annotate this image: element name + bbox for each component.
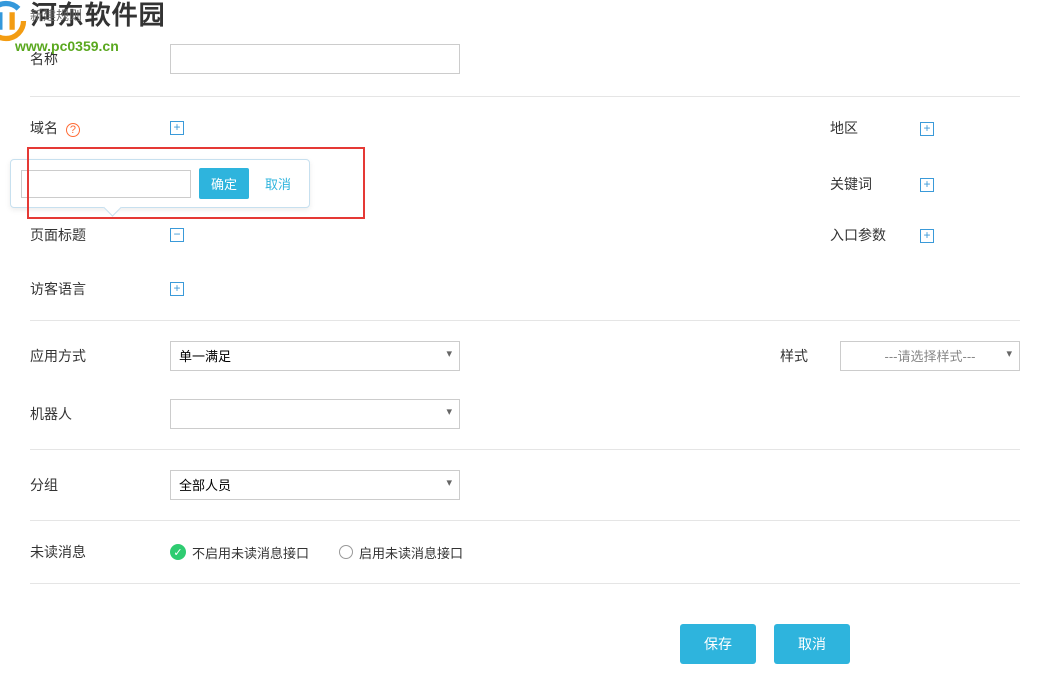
- divider: [30, 96, 1020, 97]
- search-popover: 确定 取消: [10, 159, 310, 208]
- popover-confirm-button[interactable]: 确定: [199, 168, 249, 199]
- robot-select[interactable]: [170, 399, 460, 429]
- robot-label: 机器人: [30, 404, 170, 424]
- save-button[interactable]: 保存: [680, 624, 756, 664]
- visitorlang-add-button[interactable]: +: [170, 282, 184, 296]
- entryparams-add-button[interactable]: +: [920, 229, 934, 243]
- group-label: 分组: [30, 475, 170, 495]
- applymode-label: 应用方式: [30, 346, 170, 366]
- unread-enable-label: 启用未读消息接口: [359, 543, 463, 562]
- check-icon: ✓: [170, 544, 186, 560]
- watermark-url: www.pc0359.cn: [15, 38, 166, 54]
- radio-icon: [339, 545, 353, 559]
- divider: [30, 583, 1020, 584]
- pagetitle-label: 页面标题: [30, 225, 170, 245]
- style-select[interactable]: ---请选择样式---: [840, 341, 1020, 371]
- visitorlang-label: 访客语言: [30, 279, 170, 299]
- divider: [30, 520, 1020, 521]
- watermark-logo-icon: [0, 0, 27, 42]
- unread-disable-label: 不启用未读消息接口: [192, 543, 309, 562]
- entryparams-label: 入口参数: [830, 225, 920, 245]
- divider: [30, 320, 1020, 321]
- keyword-label: 关键词: [830, 174, 920, 194]
- divider: [30, 449, 1020, 450]
- domain-label-text: 域名: [30, 120, 58, 136]
- region-label: 地区: [830, 118, 920, 138]
- help-icon[interactable]: ?: [66, 123, 80, 137]
- applymode-select[interactable]: 单一满足: [170, 341, 460, 371]
- unread-disable-radio[interactable]: ✓ 不启用未读消息接口: [170, 543, 309, 562]
- domain-label: 域名 ?: [30, 118, 170, 138]
- cancel-button[interactable]: 取消: [774, 624, 850, 664]
- search-popover-input[interactable]: [21, 170, 191, 198]
- style-label: 样式: [780, 346, 840, 366]
- page-title: 新建规则: [30, 5, 1020, 24]
- popover-cancel-button[interactable]: 取消: [257, 168, 299, 199]
- region-add-button[interactable]: +: [920, 122, 934, 136]
- pagetitle-collapse-button[interactable]: −: [170, 228, 184, 242]
- unread-label: 未读消息: [30, 542, 170, 562]
- name-input[interactable]: [170, 44, 460, 74]
- domain-add-button[interactable]: +: [170, 121, 184, 135]
- group-select[interactable]: 全部人员: [170, 470, 460, 500]
- keyword-add-button[interactable]: +: [920, 178, 934, 192]
- unread-enable-radio[interactable]: 启用未读消息接口: [339, 543, 463, 562]
